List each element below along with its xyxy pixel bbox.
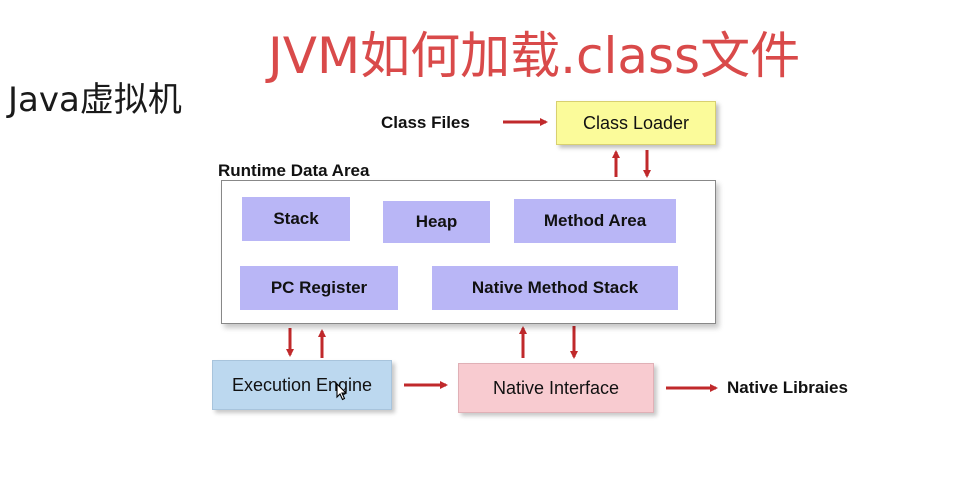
mouse-cursor-icon [336, 383, 348, 401]
execution-engine-box: Execution Engine [212, 360, 392, 410]
native-libraries-label: Native Libraies [727, 378, 848, 397]
method-area-box: Method Area [514, 199, 676, 243]
method-area-label: Method Area [543, 211, 647, 230]
native-method-stack-label: Native Method Stack [471, 278, 639, 297]
heap-label: Heap [415, 212, 458, 231]
native-interface-box: Native Interface [458, 363, 654, 413]
class-loader-label: Class Loader [582, 112, 690, 133]
execution-engine-label: Execution Engine [231, 374, 373, 395]
stack-label: Stack [273, 209, 319, 228]
native-method-stack-box: Native Method Stack [432, 266, 678, 310]
class-loader-box: Class Loader [556, 101, 716, 145]
class-files-label: Class Files [381, 113, 470, 132]
stack-box: Stack [242, 197, 350, 241]
pc-register-box: PC Register [240, 266, 398, 310]
pc-register-label: PC Register [270, 278, 368, 297]
heap-box: Heap [383, 201, 490, 243]
native-interface-label: Native Interface [492, 377, 620, 398]
runtime-data-area-label: Runtime Data Area [218, 161, 370, 180]
